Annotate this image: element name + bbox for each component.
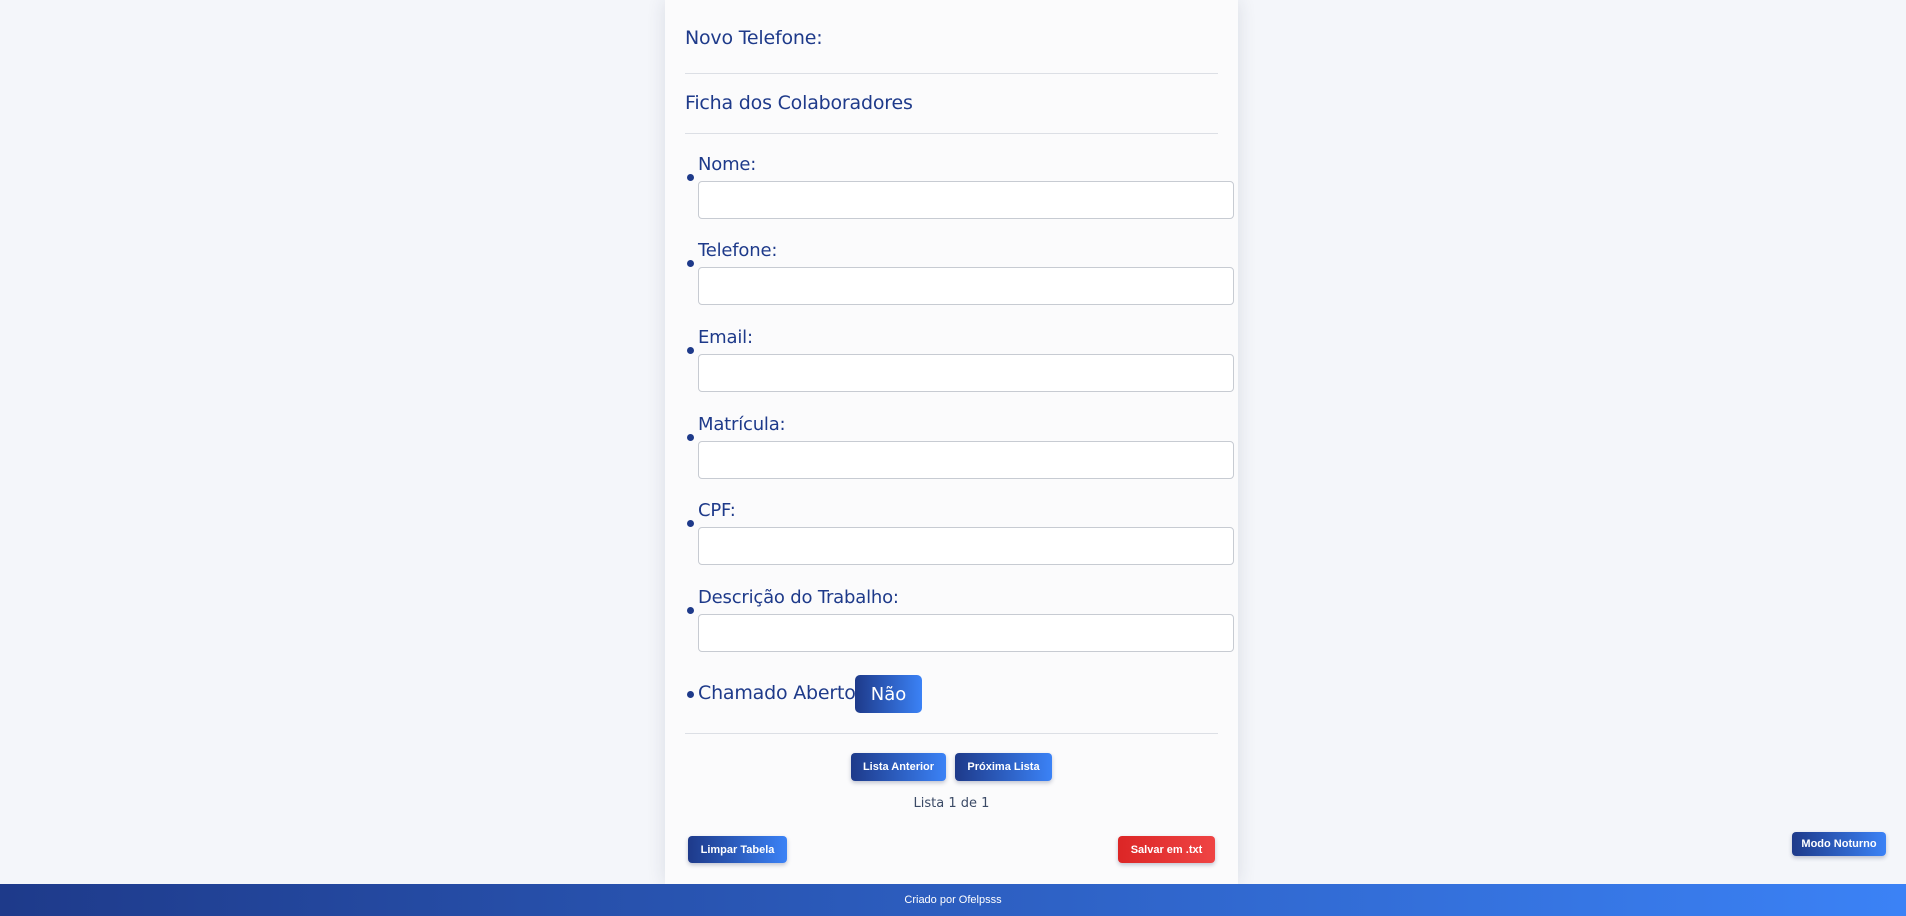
ticket-open-label: Chamado Aberto?: xyxy=(698,682,872,704)
dark-mode-button[interactable]: Modo Noturno xyxy=(1792,832,1886,856)
divider xyxy=(685,733,1218,734)
bullet-icon xyxy=(687,347,694,354)
field-label: Nome: xyxy=(698,154,757,175)
divider xyxy=(685,73,1218,74)
footer: Criado por Ofelpsss xyxy=(0,884,1906,916)
cpf-input[interactable] xyxy=(698,527,1234,565)
roster-title: Ficha dos Colaboradores xyxy=(685,92,913,114)
field-label: Descrição do Trabalho: xyxy=(698,587,899,608)
nome-input[interactable] xyxy=(698,181,1234,219)
save-txt-button[interactable]: Salvar em .txt xyxy=(1118,836,1215,863)
field-label: CPF: xyxy=(698,500,736,521)
field-label: Matrícula: xyxy=(698,414,786,435)
clear-table-button[interactable]: Limpar Tabela xyxy=(688,836,787,863)
bullet-icon xyxy=(687,434,694,441)
descricao-input[interactable] xyxy=(698,614,1234,652)
ticket-open-toggle[interactable]: Não xyxy=(855,675,922,713)
field-label: Telefone: xyxy=(698,240,778,261)
bullet-icon xyxy=(687,691,694,698)
field-telefone: Telefone: xyxy=(685,238,1238,318)
email-input[interactable] xyxy=(698,354,1234,392)
field-email: Email: xyxy=(685,325,1238,405)
bullet-icon xyxy=(687,520,694,527)
field-nome: Nome: xyxy=(685,152,1238,232)
next-list-button[interactable]: Próxima Lista xyxy=(955,753,1052,781)
field-label: Email: xyxy=(698,327,753,348)
new-phone-title: Novo Telefone: xyxy=(685,27,823,49)
telefone-input[interactable] xyxy=(698,267,1234,305)
bullet-icon xyxy=(687,174,694,181)
field-descricao: Descrição do Trabalho: xyxy=(685,585,1238,665)
field-cpf: CPF: xyxy=(685,498,1238,578)
previous-list-button[interactable]: Lista Anterior xyxy=(851,753,946,781)
field-matricula: Matrícula: xyxy=(685,412,1238,492)
page-indicator: Lista 1 de 1 xyxy=(913,796,990,811)
ticket-open-row: Chamado Aberto?: Não xyxy=(685,673,1218,713)
footer-credit: Criado por Ofelpsss xyxy=(904,894,1002,906)
bullet-icon xyxy=(687,260,694,267)
form-card: Novo Telefone: Ficha dos Colaboradores N… xyxy=(665,0,1238,884)
divider xyxy=(685,133,1218,134)
matricula-input[interactable] xyxy=(698,441,1234,479)
bullet-icon xyxy=(687,607,694,614)
